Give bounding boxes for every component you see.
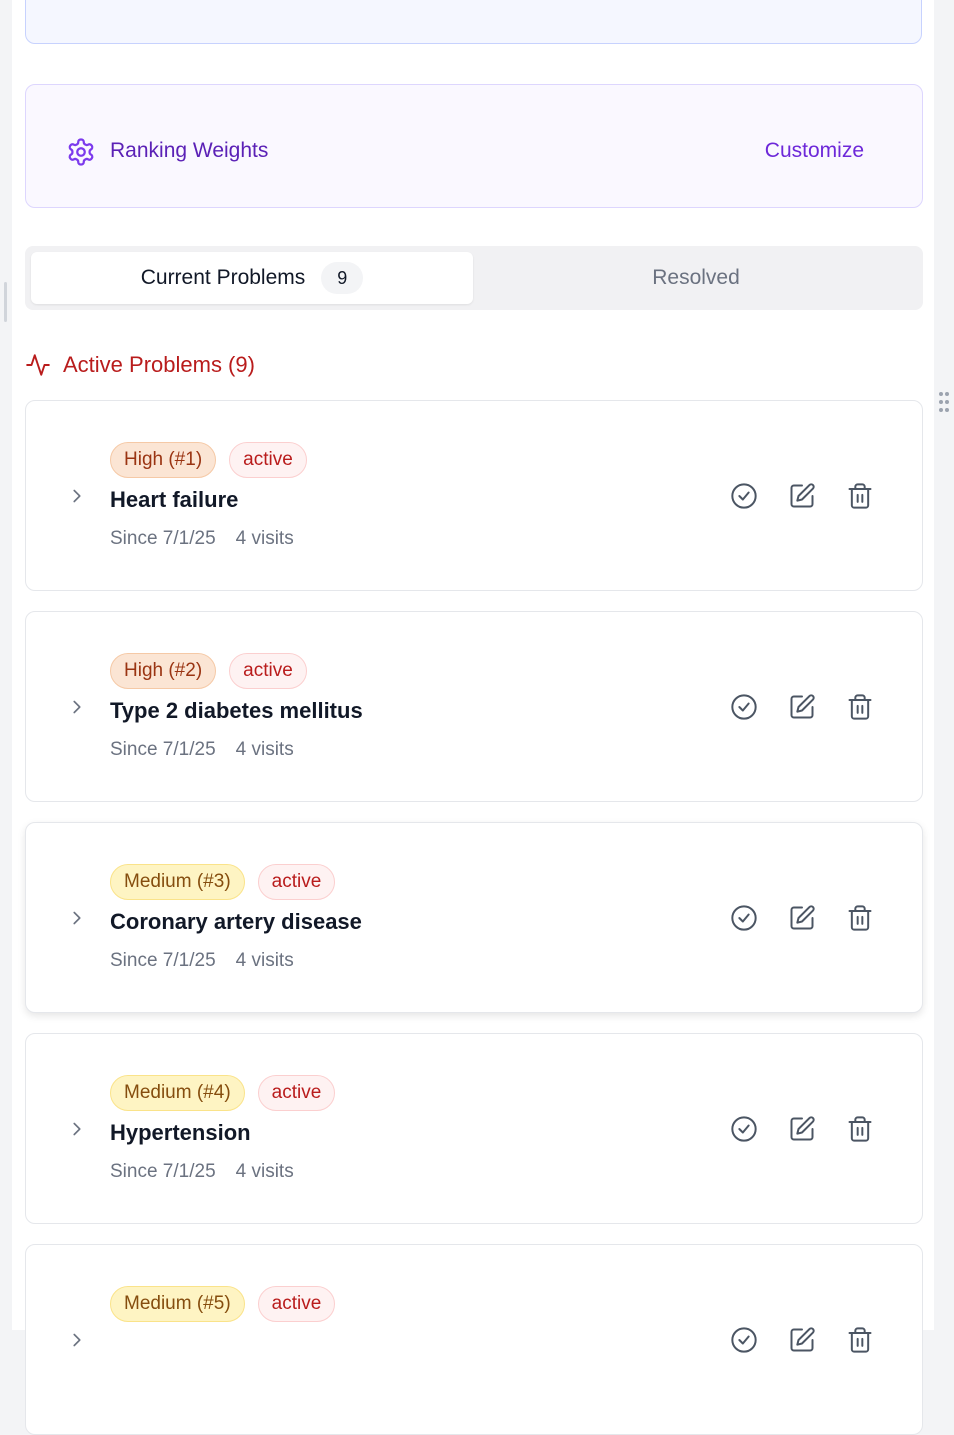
problem-card[interactable]: Medium (#3) active Coronary artery disease… <box>25 822 923 1013</box>
tab-resolved-label: Resolved <box>652 266 740 289</box>
resolve-check-icon[interactable] <box>730 1115 758 1143</box>
badge-row: Medium (#4) active <box>110 1075 336 1111</box>
priority-badge: High (#1) <box>110 442 217 478</box>
chevron-right-icon[interactable] <box>66 1329 88 1351</box>
priority-badge: High (#2) <box>110 653 217 689</box>
problem-name: Coronary artery disease <box>110 909 362 934</box>
visit-count: 4 visits <box>235 739 294 760</box>
trash-icon[interactable] <box>846 904 874 932</box>
gear-icon <box>68 138 94 166</box>
since-date: Since 7/1/25 <box>110 739 216 760</box>
since-date: Since 7/1/25 <box>110 528 216 549</box>
visit-count: 4 visits <box>235 1161 294 1182</box>
card-actions <box>730 482 874 510</box>
trash-icon[interactable] <box>846 1115 874 1143</box>
resolve-check-icon[interactable] <box>730 482 758 510</box>
priority-badge: Medium (#3) <box>110 864 245 900</box>
problem-name: Type 2 diabetes mellitus <box>110 698 363 723</box>
visit-count: 4 visits <box>235 950 294 971</box>
priority-badge: Medium (#5) <box>110 1286 245 1322</box>
problem-card[interactable]: Medium (#4) active Hypertension Since 7/1/2… <box>25 1033 923 1224</box>
problem-meta: Since 7/1/25 4 visits <box>110 1161 294 1183</box>
edit-icon[interactable] <box>788 693 816 721</box>
resolve-check-icon[interactable] <box>730 693 758 721</box>
edit-icon[interactable] <box>788 904 816 932</box>
ranking-weights-card: Ranking Weights Customize <box>25 84 923 208</box>
problem-card[interactable]: Medium (#5) active <box>25 1244 923 1435</box>
card-actions <box>730 693 874 721</box>
card-actions <box>730 1115 874 1143</box>
badge-row: High (#1) active <box>110 442 307 478</box>
resize-grip[interactable] <box>4 282 7 322</box>
since-date: Since 7/1/25 <box>110 1161 216 1182</box>
card-actions <box>730 904 874 932</box>
tab-current-problems[interactable]: Current Problems 9 <box>31 252 473 304</box>
problem-meta: Since 7/1/25 4 visits <box>110 950 294 972</box>
tab-current-label: Current Problems <box>140 266 306 289</box>
badge-row: High (#2) active <box>110 653 307 689</box>
ranking-weights-title: Ranking Weights <box>110 139 269 162</box>
visit-count: 4 visits <box>235 528 294 549</box>
drag-handle-icon[interactable] <box>938 392 952 418</box>
problem-meta: Since 7/1/25 4 visits <box>110 528 294 550</box>
status-badge: active <box>229 442 307 478</box>
problem-name: Heart failure <box>110 487 239 512</box>
chevron-right-icon[interactable] <box>66 907 88 929</box>
edit-icon[interactable] <box>788 1326 816 1354</box>
problem-card[interactable]: High (#1) active Heart failure Since 7/1/25… <box>25 400 923 591</box>
problem-tabs: Current Problems 9 Resolved <box>25 246 923 310</box>
section-heading-text: Active Problems (9) <box>63 352 255 377</box>
problem-card[interactable]: High (#2) active Type 2 diabetes mellitus S… <box>25 611 923 802</box>
trash-icon[interactable] <box>846 693 874 721</box>
since-date: Since 7/1/25 <box>110 950 216 971</box>
trash-icon[interactable] <box>846 482 874 510</box>
chevron-right-icon[interactable] <box>66 485 88 507</box>
problem-meta: Since 7/1/25 4 visits <box>110 739 294 761</box>
activity-icon <box>26 354 50 376</box>
badge-row: Medium (#5) active <box>110 1286 336 1322</box>
active-problems-heading: Active Problems (9) <box>25 350 255 380</box>
status-badge: active <box>229 653 307 689</box>
card-actions <box>730 1326 874 1354</box>
resolve-check-icon[interactable] <box>730 1326 758 1354</box>
status-badge: active <box>257 1075 336 1111</box>
edit-icon[interactable] <box>788 482 816 510</box>
tab-resolved[interactable]: Resolved <box>475 252 917 304</box>
scrollbar[interactable] <box>934 0 948 1330</box>
resolve-check-icon[interactable] <box>730 904 758 932</box>
badge-row: Medium (#3) active <box>110 864 336 900</box>
chevron-right-icon[interactable] <box>66 1118 88 1140</box>
status-badge: active <box>257 864 336 900</box>
customize-button[interactable]: Customize <box>765 139 864 163</box>
priority-badge: Medium (#4) <box>110 1075 245 1111</box>
tab-count-badge: 9 <box>321 262 364 294</box>
chevron-right-icon[interactable] <box>66 696 88 718</box>
edit-icon[interactable] <box>788 1115 816 1143</box>
info-card <box>25 0 922 44</box>
problem-name: Hypertension <box>110 1120 251 1145</box>
status-badge: active <box>257 1286 336 1322</box>
trash-icon[interactable] <box>846 1326 874 1354</box>
